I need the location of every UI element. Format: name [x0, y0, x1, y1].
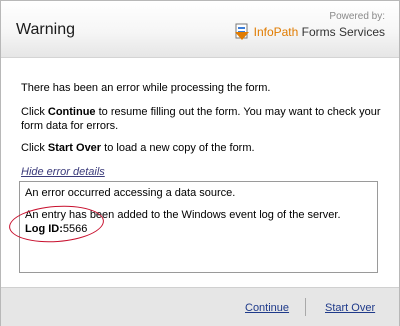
continue-link[interactable]: Continue: [245, 302, 289, 314]
message-line-2: Click Continue to resume filling out the…: [21, 106, 381, 132]
error-detail-line-1: An error occurred accessing a data sourc…: [25, 187, 236, 199]
dialog-footer: Continue Start Over: [1, 287, 399, 326]
warning-dialog: Warning Powered by: InfoPath Forms Servi…: [0, 0, 400, 326]
dialog-title: Warning: [16, 21, 75, 38]
message-line-3: Click Start Over to load a new copy of t…: [21, 142, 255, 154]
dialog-header: Warning Powered by: InfoPath Forms Servi…: [1, 1, 399, 58]
infopath-logo-icon: [234, 23, 250, 41]
brand: InfoPath Forms Services: [234, 22, 385, 42]
message-line-1: There has been an error while processing…: [21, 82, 271, 94]
footer-divider: [305, 298, 306, 316]
hide-error-details-link[interactable]: Hide error details: [21, 165, 105, 179]
start-over-link[interactable]: Start Over: [325, 302, 375, 314]
powered-by-label: Powered by:: [329, 11, 385, 22]
brand-name: InfoPath Forms Services: [253, 25, 385, 39]
